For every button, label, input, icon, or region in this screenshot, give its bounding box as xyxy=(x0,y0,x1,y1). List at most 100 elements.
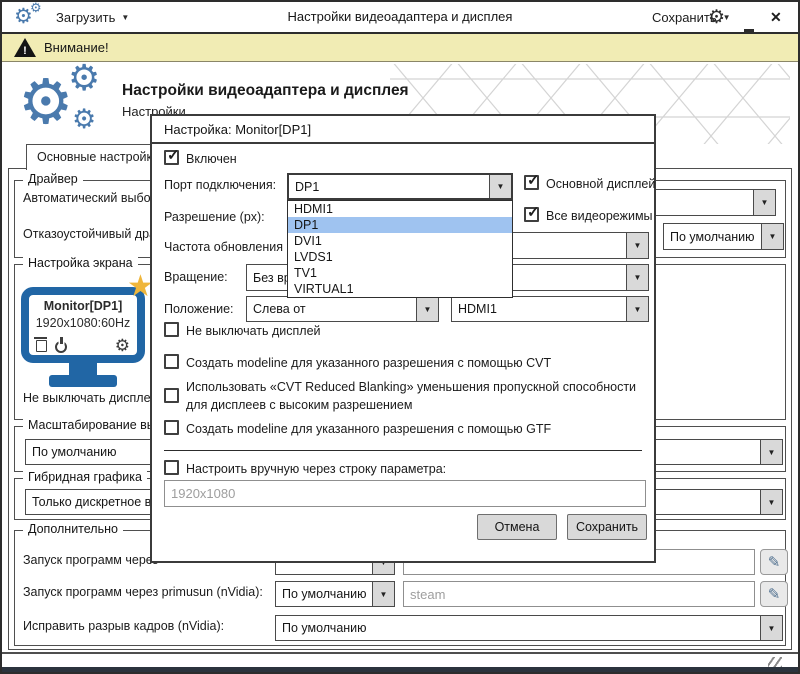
check-icon: ✓ xyxy=(527,203,540,221)
warning-text: Внимание! xyxy=(44,40,109,55)
close-button[interactable]: ✕ xyxy=(770,2,782,32)
monitor-name: Monitor[DP1] xyxy=(29,299,137,313)
cvt-label: Создать modeline для указанного разрешен… xyxy=(186,356,551,370)
all-modes-checkbox[interactable]: ✓ xyxy=(524,207,539,222)
gear-icon: ⚙ xyxy=(68,60,100,96)
chevron-down-icon: ▼ xyxy=(380,590,388,599)
dropdown-arrow-button[interactable]: ▼ xyxy=(761,224,783,249)
dropdown-arrow-button[interactable]: ▼ xyxy=(753,190,775,215)
chevron-down-icon: ▼ xyxy=(761,198,769,207)
port-option[interactable]: TV1 xyxy=(288,265,512,281)
bottom-bar xyxy=(2,667,798,672)
pencil-icon: ✎ xyxy=(768,585,781,603)
manual-mode-input[interactable] xyxy=(164,480,646,507)
dropdown-arrow-button[interactable]: ▼ xyxy=(416,297,438,321)
enabled-checkbox[interactable]: ✓ xyxy=(164,150,179,165)
minimize-icon xyxy=(744,29,754,32)
gtf-label: Создать modeline для указанного разрешен… xyxy=(186,422,551,436)
cancel-button[interactable]: Отмена xyxy=(477,514,557,540)
resolution-label: Разрешение (px): xyxy=(164,210,265,224)
position-target-value: HDMI1 xyxy=(458,297,622,321)
monitor-toolbar: ⚙ xyxy=(36,337,130,355)
position-dropdown[interactable]: Слева от ▼ xyxy=(246,296,439,322)
manual-label: Настроить вручную через строку параметра… xyxy=(186,462,446,476)
dropdown-arrow-button[interactable]: ▼ xyxy=(760,616,782,640)
port-option[interactable]: LVDS1 xyxy=(288,249,512,265)
app-logo-large: ⚙ ⚙ ⚙ xyxy=(18,68,122,144)
separator xyxy=(164,450,642,451)
cvt-rb-label-line2: для дисплеев с высоким разрешением xyxy=(186,398,412,412)
port-value: DP1 xyxy=(295,175,485,198)
refresh-rate-label: Частота обновления ( xyxy=(164,240,291,254)
monitor-base xyxy=(49,375,117,387)
driver-group-legend: Драйвер xyxy=(23,172,83,186)
failsafe-driver-value: По умолчанию xyxy=(670,224,757,249)
all-modes-label: Все видеорежимы xyxy=(546,209,653,223)
monitor-settings-dialog: Настройка: Monitor[DP1] ✓ Включен Порт п… xyxy=(150,114,656,563)
fix-tearing-value: По умолчанию xyxy=(282,616,756,640)
chevron-down-icon: ▼ xyxy=(424,305,432,314)
gear-icon: ⚙ xyxy=(18,72,74,134)
tab-main-settings[interactable]: Основные настройки xyxy=(26,144,170,170)
titlebar: ⚙ ⚙ Загрузить ▼ Настройки видеоадаптера … xyxy=(2,2,798,34)
chevron-down-icon: ▼ xyxy=(634,241,642,250)
warning-banner: Внимание! xyxy=(2,34,798,62)
chevron-down-icon: ▼ xyxy=(634,305,642,314)
position-target-dropdown[interactable]: HDMI1 ▼ xyxy=(451,296,649,322)
port-option-selected[interactable]: DP1 xyxy=(288,217,512,233)
port-dropdown[interactable]: DP1 ▼ xyxy=(287,173,513,200)
edit-button[interactable]: ✎ xyxy=(760,549,788,575)
chevron-down-icon: ▼ xyxy=(768,624,776,633)
fix-tearing-dropdown[interactable]: По умолчанию ▼ xyxy=(275,615,783,641)
power-icon[interactable] xyxy=(55,341,67,353)
primary-display-label: Основной дисплей xyxy=(546,177,655,191)
dropdown-arrow-button[interactable]: ▼ xyxy=(489,175,511,198)
cvt-checkbox[interactable] xyxy=(164,354,179,369)
run-programs-2-input[interactable] xyxy=(403,581,755,607)
failsafe-driver-dropdown[interactable]: По умолчанию ▼ xyxy=(663,223,784,250)
extra-group-legend: Дополнительно xyxy=(23,522,123,536)
gear-icon: ⚙ xyxy=(72,106,96,133)
run-programs-2-dropdown[interactable]: По умолчанию ▼ xyxy=(275,581,395,607)
run-programs-2-value: По умолчанию xyxy=(282,582,368,606)
primary-display-checkbox[interactable]: ✓ xyxy=(524,175,539,190)
save-menu-label: Сохранить xyxy=(652,10,717,25)
position-value: Слева от xyxy=(253,297,412,321)
auto-driver-label: Автоматический выбор xyxy=(23,191,158,205)
screen-group-legend: Настройка экрана xyxy=(23,256,138,270)
dropdown-arrow-button[interactable]: ▼ xyxy=(760,440,782,464)
dropdown-arrow-button[interactable]: ▼ xyxy=(626,233,648,258)
check-icon: ✓ xyxy=(167,146,180,164)
port-option[interactable]: HDMI1 xyxy=(288,201,512,217)
enabled-label: Включен xyxy=(186,152,237,166)
edit-button[interactable]: ✎ xyxy=(760,581,788,607)
position-label: Положение: xyxy=(164,302,234,316)
settings-gear-button[interactable]: ⚙ xyxy=(708,2,725,32)
check-icon: ✓ xyxy=(527,171,540,189)
page-title: Настройки видеоадаптера и дисплея xyxy=(122,82,409,100)
trash-icon[interactable] xyxy=(36,340,47,352)
keep-on-checkbox[interactable] xyxy=(164,322,179,337)
chevron-down-icon: ▼ xyxy=(634,273,642,282)
dropdown-arrow-button[interactable]: ▼ xyxy=(372,582,394,606)
dropdown-arrow-button[interactable]: ▼ xyxy=(626,265,648,290)
run-programs-2-label: Запуск программ через primusun (nVidia): xyxy=(23,585,263,599)
app-window: ⚙ ⚙ Загрузить ▼ Настройки видеоадаптера … xyxy=(0,0,800,674)
port-label: Порт подключения: xyxy=(164,178,276,192)
dropdown-arrow-button[interactable]: ▼ xyxy=(760,490,782,514)
monitor-mode: 1920x1080:60Hz xyxy=(29,316,137,330)
gear-icon: ⚙ xyxy=(708,8,725,27)
port-option[interactable]: DVI1 xyxy=(288,233,512,249)
gtf-checkbox[interactable] xyxy=(164,420,179,435)
dropdown-arrow-button[interactable]: ▼ xyxy=(626,297,648,321)
port-option[interactable]: VIRTUAL1 xyxy=(288,281,512,297)
port-dropdown-list: HDMI1 DP1 DVI1 LVDS1 TV1 VIRTUAL1 xyxy=(287,200,513,298)
cvt-rb-checkbox[interactable] xyxy=(164,388,179,403)
pencil-icon: ✎ xyxy=(768,553,781,571)
gear-icon[interactable]: ⚙ xyxy=(115,337,130,355)
dialog-titlebar: Настройка: Monitor[DP1] xyxy=(152,116,654,144)
manual-checkbox[interactable] xyxy=(164,460,179,475)
warning-icon xyxy=(14,38,36,57)
cvt-rb-label-line1: Использовать «CVT Reduced Blanking» умен… xyxy=(186,380,636,394)
save-button[interactable]: Сохранить xyxy=(567,514,647,540)
